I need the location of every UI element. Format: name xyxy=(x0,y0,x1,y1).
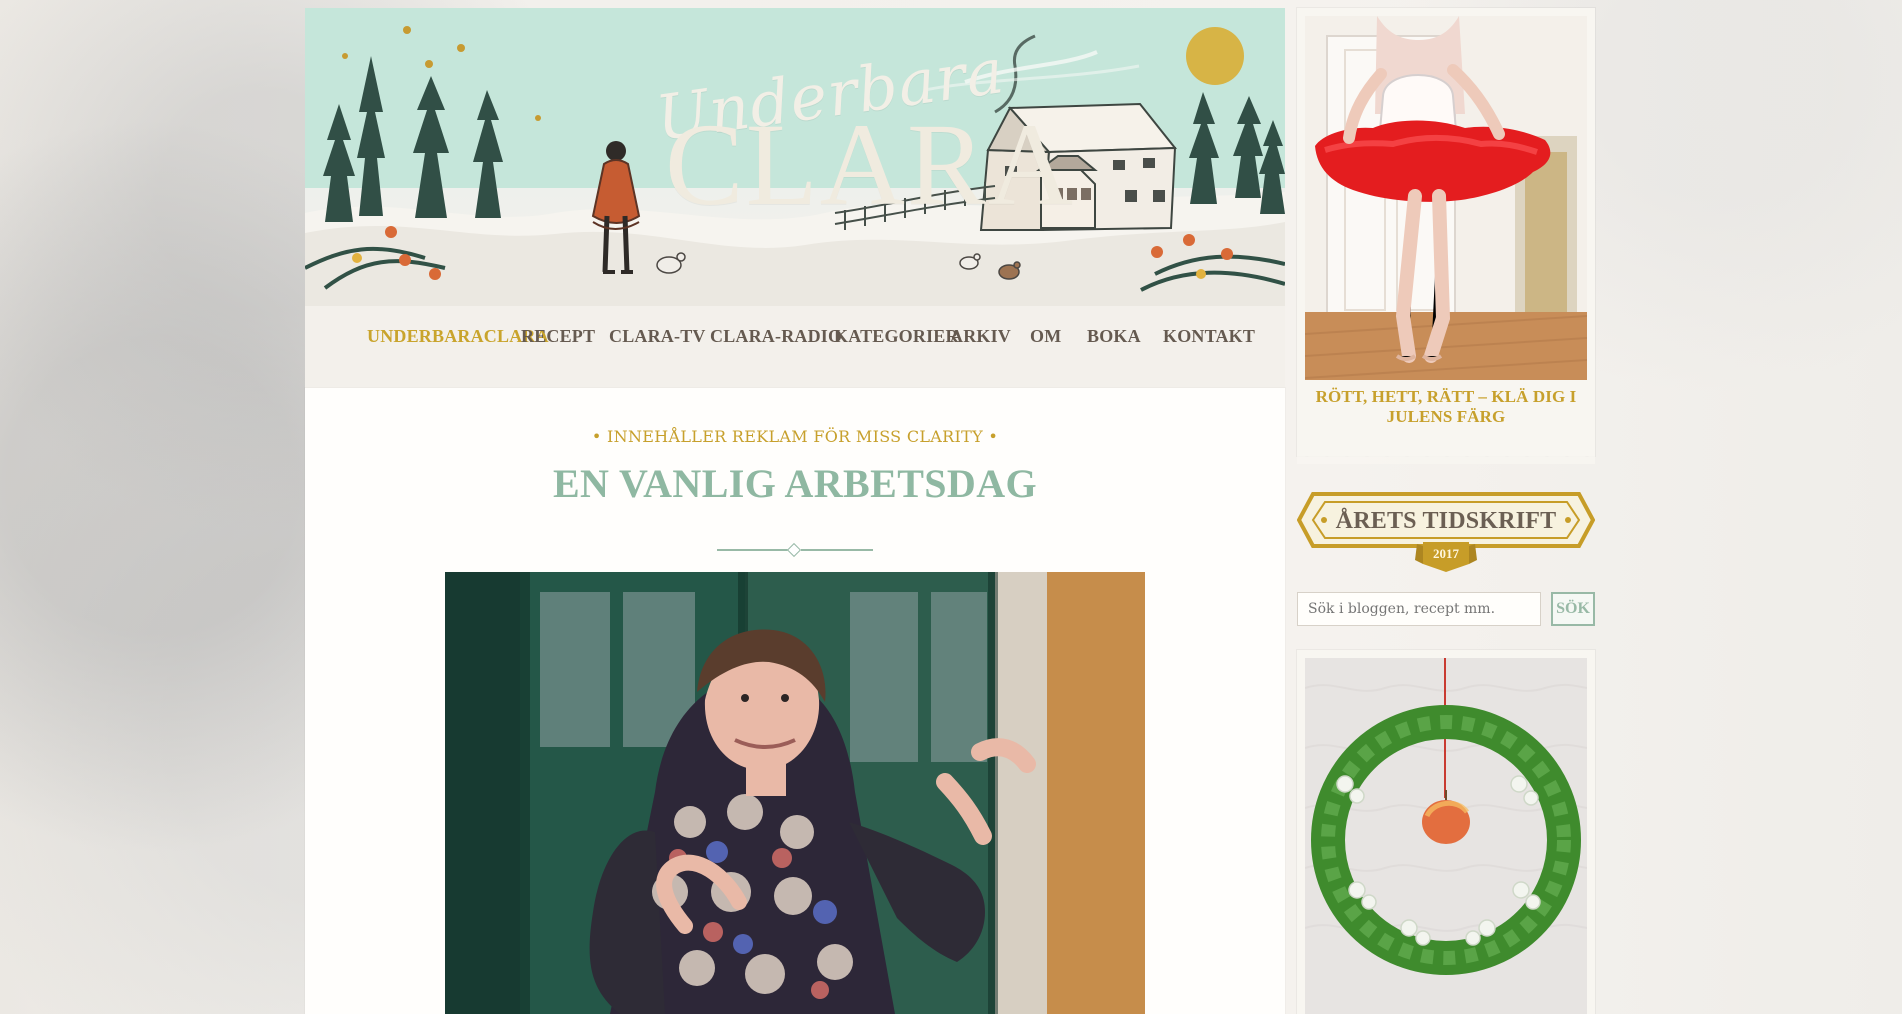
post-title[interactable]: EN VANLIG ARBETSDAG xyxy=(305,460,1285,507)
site-logo-main: CLARA xyxy=(665,99,1075,230)
site-header: Underbara CLARA xyxy=(305,8,1285,306)
post-card: • INNEHÅLLER REKLAM FÖR MISS CLARITY • E… xyxy=(305,388,1285,1014)
divider-diamond xyxy=(786,542,802,558)
sponsor-text: • INNEHÅLLER REKLAM FÖR MISS CLARITY • xyxy=(591,427,999,446)
award-badge: ÅRETS TIDSKRIFT 2017 xyxy=(1297,486,1595,576)
nav-item-boka[interactable]: BOKA xyxy=(1087,326,1141,347)
main-navigation: UNDERBARACLARA RECEPT CLARA-TV CLARA-RAD… xyxy=(305,306,1285,388)
featured-post-caption[interactable]: RÖTT, HETT, RÄTT – KLÄ DIG I JULENS FÄRG xyxy=(1305,387,1587,427)
sidebar: RÖTT, HETT, RÄTT – KLÄ DIG I JULENS FÄRG… xyxy=(1297,8,1595,1014)
wreath-post-card[interactable] xyxy=(1297,650,1595,1014)
nav-item-clara-tv[interactable]: CLARA-TV xyxy=(609,326,706,347)
search-button[interactable]: SÖK xyxy=(1551,592,1595,626)
search-input[interactable] xyxy=(1297,592,1541,626)
featured-post-card[interactable]: RÖTT, HETT, RÄTT – KLÄ DIG I JULENS FÄRG xyxy=(1297,8,1595,464)
wreath-post-image[interactable] xyxy=(1305,658,1587,1014)
nav-item-arkiv[interactable]: ARKIV xyxy=(950,326,1011,347)
nav-item-clara-radio[interactable]: CLARA-RADIO xyxy=(710,326,842,347)
wreath-photo xyxy=(1305,658,1587,1014)
award-year: 2017 xyxy=(1433,546,1459,561)
nav-item-kategorier[interactable]: KATEGORIER xyxy=(834,326,959,347)
nav-item-om[interactable]: OM xyxy=(1030,326,1061,347)
main-column: Underbara CLARA UNDERBARACLARA RECEPT CL… xyxy=(305,8,1285,1014)
post-hero-image[interactable] xyxy=(445,572,1145,1014)
page-layout: Underbara CLARA UNDERBARACLARA RECEPT CL… xyxy=(305,8,1595,1014)
nav-item-recept[interactable]: RECEPT xyxy=(521,326,595,347)
post-photo xyxy=(445,572,1145,1014)
award-title: ÅRETS TIDSKRIFT xyxy=(1335,508,1557,534)
diamond-divider-icon xyxy=(717,542,873,558)
nav-item-kontakt[interactable]: KONTAKT xyxy=(1163,326,1255,347)
featured-post-image[interactable] xyxy=(1305,16,1587,380)
featured-photo xyxy=(1305,16,1587,380)
search-form: SÖK xyxy=(1297,592,1595,630)
